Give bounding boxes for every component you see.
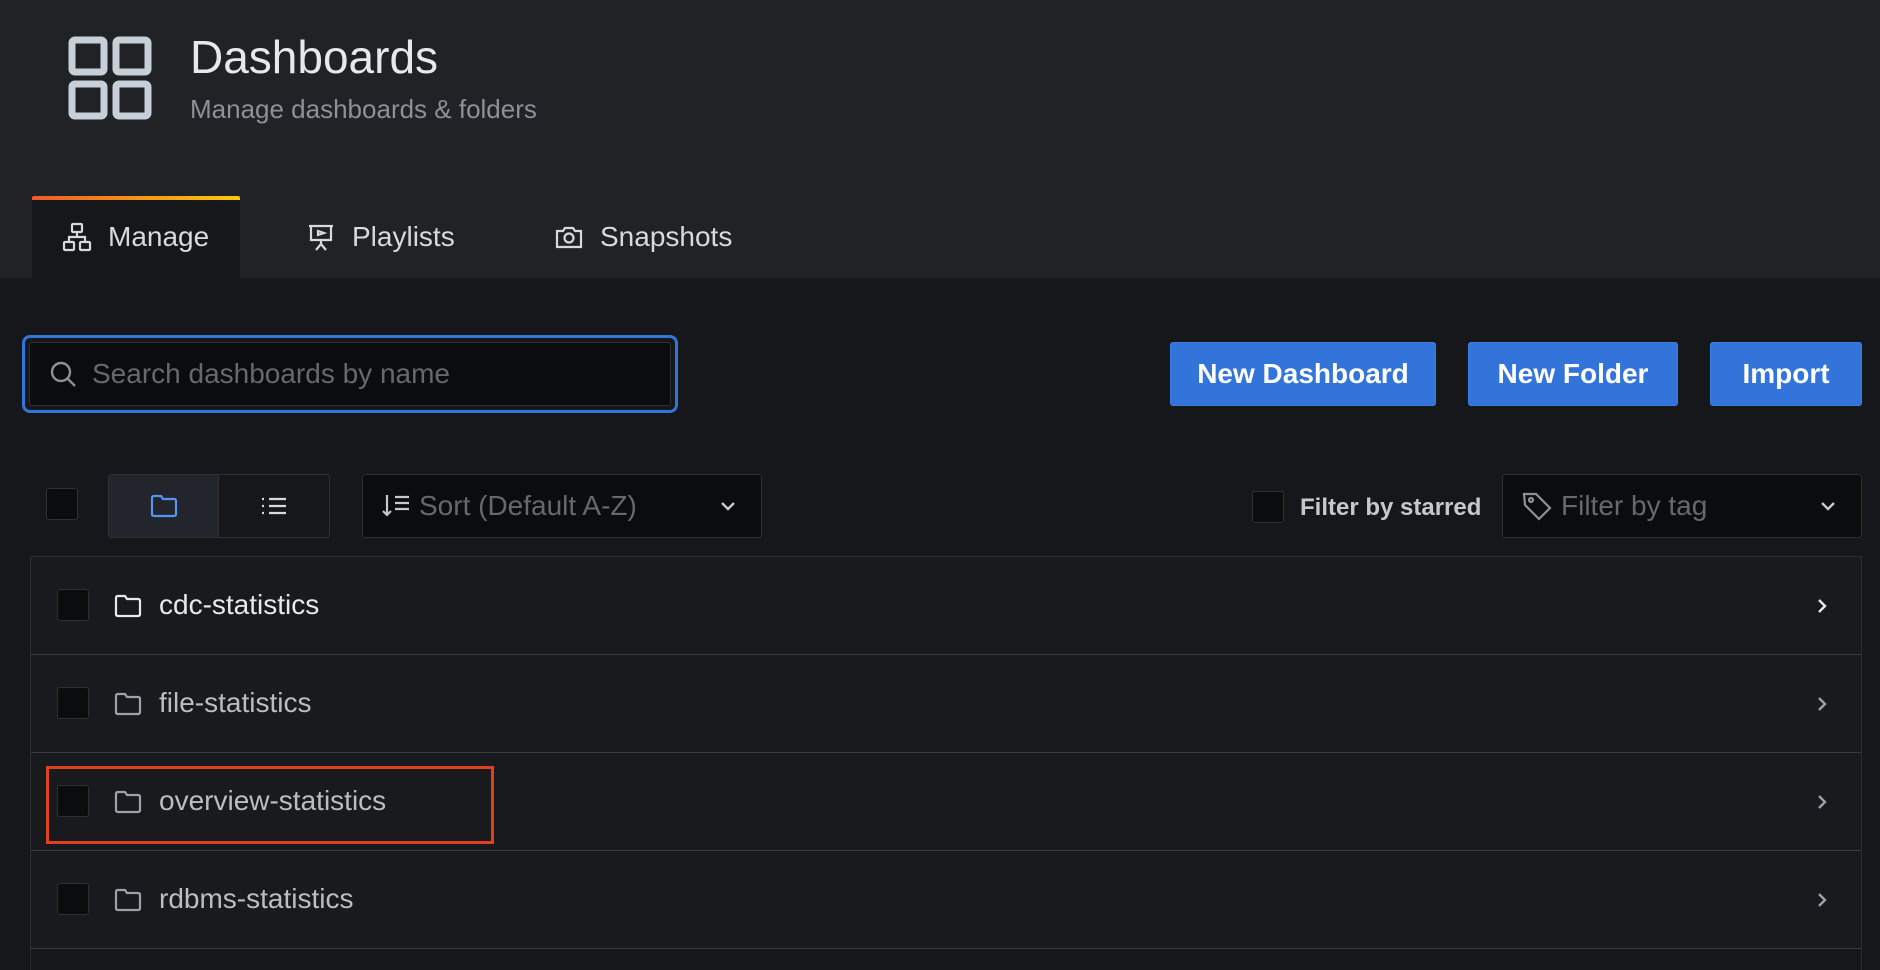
- sitemap-icon: [62, 222, 92, 252]
- folder-view-button[interactable]: [109, 475, 219, 537]
- filter-tag-select[interactable]: Filter by tag: [1502, 474, 1862, 538]
- chevron-down-icon: [721, 502, 735, 511]
- folder-icon: [114, 888, 142, 912]
- sort-icon: [382, 495, 409, 517]
- search-input[interactable]: [92, 358, 670, 390]
- folder-checkbox[interactable]: [57, 687, 89, 719]
- page-header: Dashboards Manage dashboards & folders M…: [0, 0, 1880, 278]
- search-icon: [50, 361, 76, 387]
- sort-label: Sort (Default A-Z): [419, 490, 637, 521]
- search-field: [22, 335, 678, 413]
- folder-checkbox[interactable]: [57, 785, 89, 817]
- filter-starred-label: Filter by starred: [1300, 494, 1482, 521]
- folder-row[interactable]: file-statistics: [31, 655, 1861, 753]
- presentation-icon: [309, 224, 333, 251]
- folder-row[interactable]: cdc-statistics: [31, 557, 1861, 655]
- tab-snapshots[interactable]: Snapshots: [554, 196, 732, 278]
- tab-manage[interactable]: Manage: [32, 196, 240, 278]
- import-button[interactable]: Import: [1710, 342, 1862, 406]
- folder-view-icon: [150, 494, 177, 518]
- tag-icon: [1522, 492, 1552, 521]
- folder-name: cdc-statistics: [159, 589, 320, 620]
- chevron-right-icon[interactable]: [1811, 595, 1833, 617]
- search-box: [29, 342, 671, 406]
- folder-icon: [114, 594, 142, 618]
- folder-icon: [114, 692, 142, 716]
- folder-list: cdc-statistics file-statistics overview-…: [30, 556, 1862, 970]
- list-view-button[interactable]: [219, 475, 329, 537]
- chevron-down-icon: [1821, 502, 1835, 511]
- sort-select[interactable]: Sort (Default A-Z): [362, 474, 762, 538]
- tab-snapshots-label: Snapshots: [600, 221, 733, 252]
- folder-row[interactable]: rdbms-statistics: [31, 851, 1861, 949]
- tab-playlists-label: Playlists: [352, 221, 455, 252]
- folder-name: file-statistics: [159, 687, 312, 718]
- folder-name: overview-statistics: [159, 785, 387, 816]
- chevron-right-icon[interactable]: [1811, 889, 1833, 911]
- page-title: Dashboards: [190, 31, 439, 83]
- page-subtitle: Manage dashboards & folders: [190, 94, 537, 124]
- tab-manage-label: Manage: [108, 221, 210, 252]
- select-all-checkbox[interactable]: [46, 488, 78, 520]
- folder-name: rdbms-statistics: [159, 883, 354, 914]
- new-dashboard-button[interactable]: New Dashboard: [1170, 342, 1436, 406]
- folder-icon: [114, 790, 142, 814]
- chevron-right-icon[interactable]: [1811, 693, 1833, 715]
- list-view-icon: [262, 497, 286, 515]
- camera-icon: [555, 226, 583, 249]
- chevron-right-icon[interactable]: [1811, 791, 1833, 813]
- view-mode-toggle: [108, 474, 330, 538]
- folder-checkbox[interactable]: [57, 883, 89, 915]
- filter-starred-checkbox[interactable]: [1252, 491, 1284, 523]
- filter-tag-placeholder: Filter by tag: [1561, 490, 1708, 521]
- dashboards-grid-icon: [68, 36, 152, 120]
- new-folder-button[interactable]: New Folder: [1468, 342, 1678, 406]
- folder-row[interactable]: overview-statistics: [31, 753, 1861, 851]
- tab-playlists[interactable]: Playlists: [306, 196, 455, 278]
- folder-checkbox[interactable]: [57, 589, 89, 621]
